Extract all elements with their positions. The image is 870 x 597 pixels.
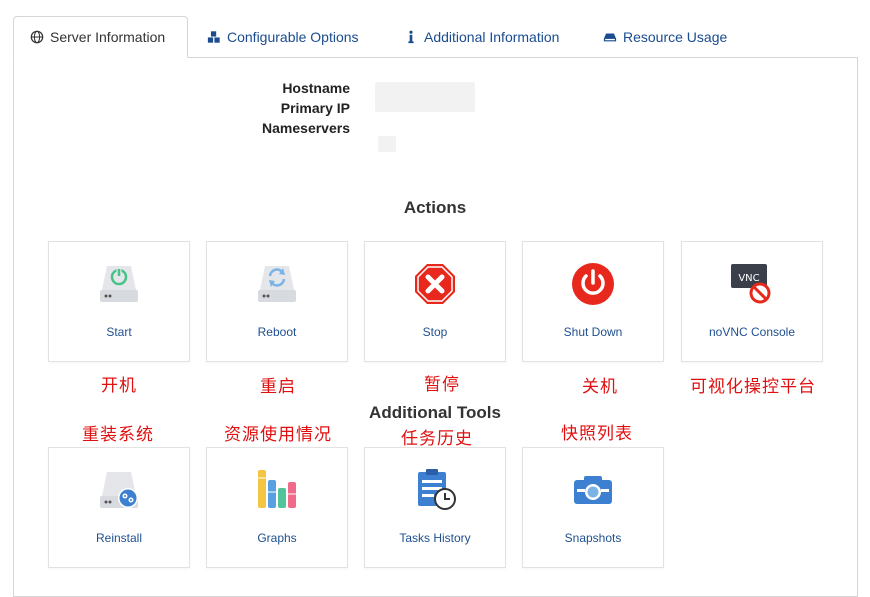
start-button[interactable]: Start [48, 241, 190, 362]
annotation-graphs: 资源使用情况 [224, 425, 332, 444]
novnc-console-label: noVNC Console [708, 325, 796, 339]
annotation-start: 开机 [101, 376, 137, 395]
graphs-label: Graphs [257, 531, 297, 545]
stop-octagon-icon [415, 264, 455, 304]
annotation-tasks: 任务历史 [401, 429, 473, 448]
tasks-history-button[interactable]: Tasks History [364, 447, 506, 568]
redacted-value [378, 136, 396, 152]
snapshots-label: Snapshots [564, 531, 622, 545]
task-clock-icon [418, 469, 456, 510]
tab-label: Resource Usage [623, 29, 728, 45]
cubes-icon [207, 31, 220, 43]
shutdown-label: Shut Down [563, 325, 623, 339]
shutdown-button[interactable]: Shut Down [522, 241, 664, 362]
reboot-label: Reboot [257, 325, 297, 339]
power-off-icon [572, 263, 614, 305]
tab-additional-information[interactable]: Additional Information [388, 16, 575, 58]
redacted-value [375, 82, 475, 112]
snapshots-button[interactable]: Snapshots [522, 447, 664, 568]
nameservers-label: Nameservers [262, 120, 350, 136]
info-icon [408, 30, 414, 44]
reinstall-button[interactable]: Reinstall [48, 447, 190, 568]
tasks-history-label: Tasks History [399, 531, 471, 545]
annotation-reinstall: 重装系统 [82, 425, 154, 444]
tab-label: Additional Information [424, 29, 560, 45]
server-reboot-icon [258, 266, 296, 302]
annotation-shutdown: 关机 [582, 377, 618, 396]
tab-server-information[interactable]: Server Information [13, 16, 188, 58]
reboot-button[interactable]: Reboot [206, 241, 348, 362]
annotation-reboot: 重启 [260, 377, 296, 396]
stop-button[interactable]: Stop [364, 241, 506, 362]
primary-ip-label: Primary IP [280, 100, 350, 116]
actions-title: Actions [403, 198, 467, 217]
camera-icon [574, 476, 612, 504]
stop-label: Stop [422, 325, 448, 339]
start-label: Start [106, 325, 132, 339]
annotation-snapshots: 快照列表 [561, 424, 633, 443]
novnc-console-button[interactable]: VNC noVNC Console [681, 241, 823, 362]
bar-graph-icon [258, 470, 296, 508]
hostname-label: Hostname [282, 80, 350, 96]
server-power-icon [100, 266, 138, 302]
reinstall-label: Reinstall [95, 531, 143, 545]
tab-resource-usage[interactable]: Resource Usage [587, 16, 743, 58]
tab-configurable-options[interactable]: Configurable Options [191, 16, 375, 58]
tab-label: Configurable Options [227, 29, 359, 45]
annotation-stop: 暂停 [424, 375, 460, 394]
tab-bar: Server Information Configurable Options … [13, 16, 859, 58]
hdd-icon [603, 33, 617, 42]
vnc-console-icon: VNC [731, 264, 771, 304]
annotation-vnc: 可视化操控平台 [690, 377, 816, 396]
graphs-button[interactable]: Graphs [206, 447, 348, 568]
svg-text:VNC: VNC [738, 273, 759, 284]
tab-label: Server Information [50, 29, 166, 45]
globe-icon [30, 30, 44, 44]
reinstall-icon [100, 472, 138, 508]
